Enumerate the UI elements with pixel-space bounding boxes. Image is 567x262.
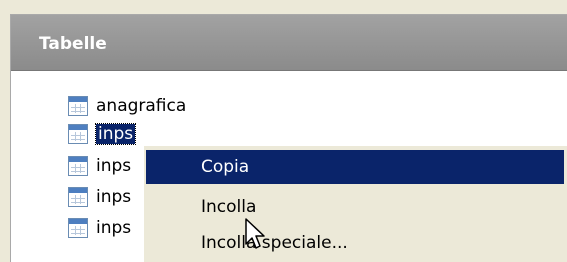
tree-item-table[interactable]: inps: [68, 183, 131, 211]
table-icon: [68, 156, 88, 176]
tree-item-label: inps: [96, 187, 132, 207]
menu-item-copia[interactable]: Copia: [146, 150, 564, 184]
tree-item-label: inps: [96, 218, 132, 238]
tree-item-table[interactable]: inps: [68, 214, 131, 242]
tree-item-label: inps: [94, 123, 137, 145]
tree-item-table[interactable]: anagrafica: [68, 92, 186, 120]
tree-item-label: anagrafica: [96, 96, 187, 116]
menu-item-incolla[interactable]: Incolla: [146, 190, 564, 224]
tree-item-table[interactable]: inps: [68, 152, 131, 180]
panel-header[interactable]: Tabelle: [11, 15, 567, 71]
window-frame: Tabelle anagrafica inps inps inps inps C…: [0, 0, 567, 262]
menu-item-incolla-speciale[interactable]: Incolla speciale...: [146, 226, 564, 260]
table-icon: [68, 124, 88, 144]
context-menu: Copia Incolla Incolla speciale...: [143, 145, 567, 262]
panel-title: Tabelle: [39, 34, 107, 54]
mouse-cursor-icon: [245, 218, 265, 249]
table-icon: [68, 187, 88, 207]
table-icon: [68, 218, 88, 238]
tree-item-table[interactable]: inps: [68, 120, 137, 148]
table-icon: [68, 96, 88, 116]
tree-item-label: inps: [96, 156, 132, 176]
